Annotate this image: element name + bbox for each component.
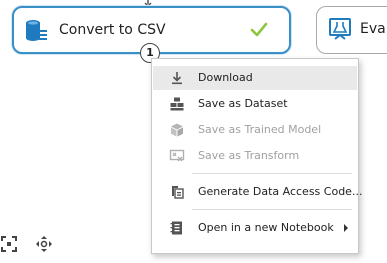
menu-item-save-as-transform[interactable]: Save as Transform — [153, 144, 357, 168]
submenu-arrow-icon — [344, 224, 348, 232]
menu-item-label: Save as Dataset — [198, 97, 288, 110]
menu-item-label: Save as Trained Model — [198, 123, 322, 136]
menu-item-save-as-trained-model[interactable]: Save as Trained Model — [153, 118, 357, 142]
menu-item-generate-data-access-code[interactable]: Generate Data Access Code... — [153, 180, 362, 204]
data-access-code-icon — [172, 186, 184, 199]
checkmark-icon — [250, 22, 268, 37]
menu-item-download[interactable]: Download — [153, 66, 357, 90]
module-evaluate[interactable]: Evalu — [316, 6, 387, 54]
fit-to-screen-icon[interactable] — [0, 235, 18, 253]
output-context-menu: Download Save as Dataset Save as Trained… — [151, 58, 362, 254]
menu-item-open-in-new-notebook[interactable]: Open in a new Notebook — [153, 216, 357, 240]
dataset-icon — [170, 97, 184, 111]
transform-icon — [169, 149, 185, 162]
notebook-icon — [170, 221, 182, 235]
menu-separator — [192, 173, 352, 174]
menu-item-save-as-dataset[interactable]: Save as Dataset — [153, 92, 357, 116]
menu-item-label: Download — [198, 71, 253, 84]
menu-item-label: Generate Data Access Code... — [198, 185, 363, 198]
convert-csv-module-icon — [26, 20, 47, 41]
menu-item-label: Save as Transform — [198, 149, 300, 162]
pan-icon[interactable] — [35, 235, 53, 253]
download-icon — [172, 72, 182, 85]
module-title: Evalu — [360, 21, 387, 37]
module-title: Convert to CSV — [59, 22, 166, 38]
menu-separator — [192, 209, 352, 210]
evaluate-icon — [329, 18, 351, 40]
trained-model-icon — [171, 123, 183, 137]
menu-item-label: Open in a new Notebook — [198, 221, 334, 234]
